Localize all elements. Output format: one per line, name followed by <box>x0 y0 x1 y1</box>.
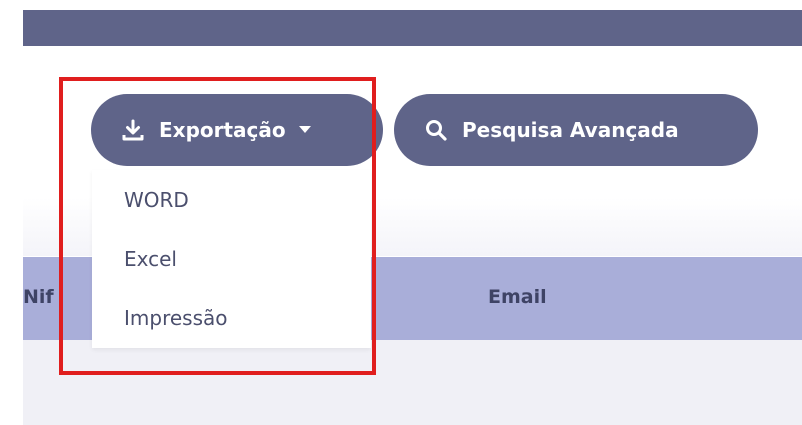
column-header-email[interactable]: Email <box>488 286 547 308</box>
column-header-nif[interactable]: Nif <box>23 286 54 308</box>
menu-item-excel[interactable]: Excel <box>124 247 177 271</box>
menu-item-impressao[interactable]: Impressão <box>124 306 228 330</box>
export-button[interactable]: Exportação <box>91 94 383 166</box>
export-button-label: Exportação <box>159 118 286 142</box>
search-icon <box>424 118 448 142</box>
download-icon <box>121 118 145 142</box>
advanced-search-button[interactable]: Pesquisa Avançada <box>394 94 758 166</box>
table-body <box>23 340 802 425</box>
top-navigation-bar <box>23 10 802 46</box>
menu-item-word[interactable]: WORD <box>124 188 189 212</box>
caret-down-icon <box>298 125 312 135</box>
export-dropdown-menu: WORD Excel Impressão <box>92 170 371 348</box>
advanced-search-label: Pesquisa Avançada <box>462 118 679 142</box>
